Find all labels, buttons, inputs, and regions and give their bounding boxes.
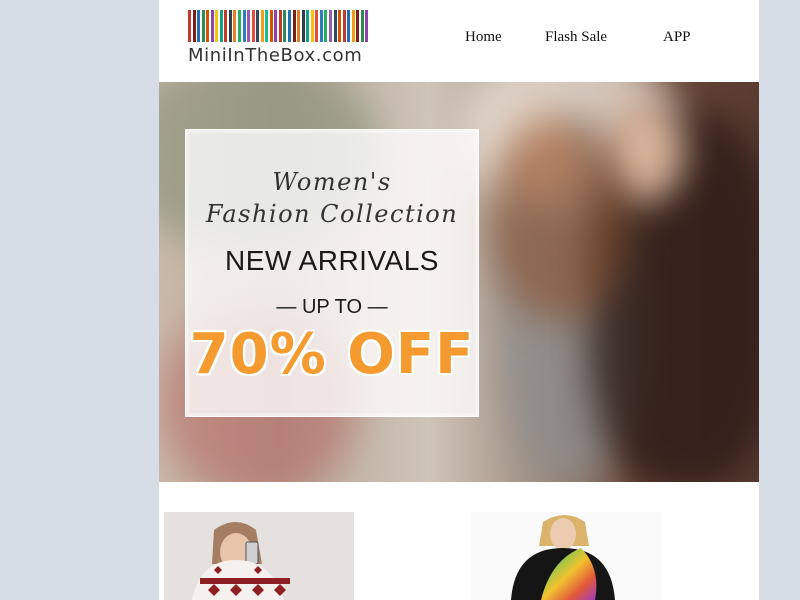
nav-home-link[interactable]: Home <box>465 29 502 46</box>
product-image <box>164 512 354 600</box>
logo-bar <box>301 10 305 42</box>
logo-bar <box>333 10 337 42</box>
nav-app-link[interactable]: APP <box>663 29 691 46</box>
logo-bar <box>215 10 219 42</box>
logo-bar <box>319 10 323 42</box>
site-logo[interactable]: MiniInTheBox.com <box>188 10 372 70</box>
logo-bar <box>247 10 251 42</box>
logo-bar <box>328 10 332 42</box>
logo-bar <box>242 10 246 42</box>
logo-bar <box>256 10 260 42</box>
logo-bar <box>347 10 351 42</box>
promo-headline: NEW ARRIVALS <box>225 245 439 276</box>
logo-bar <box>283 10 287 42</box>
logo-bar <box>228 10 232 42</box>
promo-script-line1: Women's <box>272 168 392 196</box>
product-card[interactable] <box>164 512 354 600</box>
header: MiniInTheBox.com Home Flash Sale APP <box>159 0 759 82</box>
logo-bar <box>206 10 210 42</box>
logo-bar <box>306 10 310 42</box>
logo-bar <box>192 10 196 42</box>
nav-flash-sale-link[interactable]: Flash Sale <box>545 29 607 46</box>
product-image <box>471 512 661 600</box>
logo-bar <box>210 10 214 42</box>
logo-bar <box>274 10 278 42</box>
logo-bar <box>201 10 205 42</box>
logo-bar <box>219 10 223 42</box>
logo-bar <box>269 10 273 42</box>
logo-bar <box>342 10 346 42</box>
logo-bar <box>288 10 292 42</box>
logo-barcode-graphic <box>188 10 370 42</box>
logo-bar <box>188 10 191 42</box>
logo-bar <box>238 10 242 42</box>
logo-bar <box>324 10 328 42</box>
logo-bar <box>292 10 296 42</box>
logo-bar <box>338 10 342 42</box>
logo-bar <box>251 10 255 42</box>
page: MiniInTheBox.com Home Flash Sale APP Wom… <box>159 0 759 600</box>
logo-bar <box>351 10 355 42</box>
logo-bar <box>297 10 301 42</box>
logo-bar <box>310 10 314 42</box>
promo-up-to: — UP TO — <box>276 296 388 318</box>
logo-bar <box>233 10 237 42</box>
logo-bar <box>356 10 360 42</box>
logo-bar <box>197 10 201 42</box>
logo-bar <box>365 10 369 42</box>
promo-discount: 70% OFF <box>189 322 475 387</box>
hero-banner[interactable]: Women's Fashion Collection NEW ARRIVALS … <box>159 82 759 482</box>
product-strip <box>159 512 759 600</box>
logo-bar <box>265 10 269 42</box>
promo-script-line2: Fashion Collection <box>205 200 459 228</box>
logo-bar <box>360 10 364 42</box>
product-card[interactable] <box>471 512 661 600</box>
logo-bar <box>278 10 282 42</box>
logo-bar <box>260 10 264 42</box>
logo-bar <box>224 10 228 42</box>
logo-bar <box>315 10 319 42</box>
hero-photo-models <box>489 122 629 322</box>
promo-panel: Women's Fashion Collection NEW ARRIVALS … <box>185 129 479 417</box>
logo-text: MiniInTheBox.com <box>188 45 363 66</box>
